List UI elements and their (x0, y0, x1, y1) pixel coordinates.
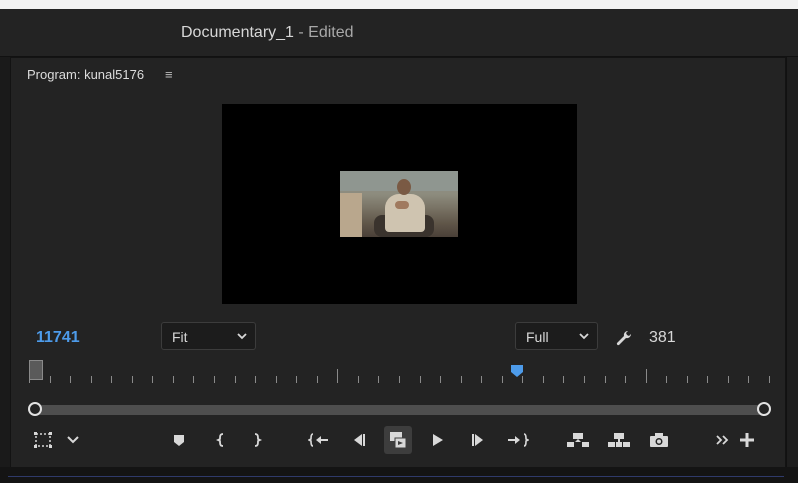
chevron-down-icon (579, 333, 589, 340)
extract-icon (608, 433, 630, 447)
camera-icon (650, 433, 668, 447)
ruler-tick (296, 376, 297, 383)
ruler-tick (461, 376, 462, 383)
ruler-tick (152, 376, 153, 383)
safe-margins-icon (34, 432, 52, 448)
ruler-tick (481, 376, 482, 383)
ruler-tick (543, 376, 544, 383)
ruler-tick (707, 376, 708, 383)
chevron-down-icon (237, 333, 247, 340)
double-chevron-right-icon (716, 435, 729, 445)
zoom-level-value: Fit (172, 329, 188, 345)
ruler-tick (358, 376, 359, 383)
title-bar: Documentary_1 - Edited (0, 9, 798, 57)
frame-railing (340, 193, 362, 237)
go-to-out-button[interactable] (504, 426, 532, 454)
wrench-settings-icon[interactable] (614, 329, 634, 349)
export-frame-button[interactable] (645, 426, 673, 454)
lift-button[interactable] (564, 426, 592, 454)
ruler-tick (173, 376, 174, 383)
frame-person-hand (395, 201, 409, 209)
lift-icon (567, 433, 589, 447)
window-top-edge (0, 0, 798, 9)
ruler-tick (214, 376, 215, 383)
ruler-tick (337, 369, 338, 383)
playback-resolution-select[interactable]: Full (515, 322, 598, 350)
video-frame (340, 171, 458, 237)
panel-focus-line (8, 476, 784, 477)
ruler-tick (255, 376, 256, 383)
ruler-tick (235, 376, 236, 383)
mark-out-icon (254, 433, 263, 447)
zoom-scrollbar-left-handle[interactable] (28, 402, 42, 416)
ruler-tick (276, 376, 277, 383)
frame-person-body (385, 194, 425, 232)
bottom-panel-edge (0, 467, 798, 483)
frame-count: 381 (649, 329, 676, 346)
ruler-tick (317, 376, 318, 383)
ruler-tick (111, 376, 112, 383)
playhead-marker[interactable] (510, 364, 524, 378)
mark-in-button[interactable] (207, 426, 235, 454)
step-back-button[interactable] (345, 426, 373, 454)
go-to-in-icon (308, 433, 328, 447)
chevron-down-icon (67, 436, 79, 444)
zoom-scrollbar-right-handle[interactable] (757, 402, 771, 416)
mark-out-button[interactable] (243, 426, 271, 454)
ruler-tick (728, 376, 729, 383)
mark-in-icon (215, 433, 224, 447)
panel-title[interactable]: Program: kunal5176 (27, 67, 144, 82)
playback-resolution-value: Full (526, 329, 549, 345)
ruler-tick (132, 376, 133, 383)
ruler-tick (646, 369, 647, 383)
hamburger-menu-icon[interactable]: ≡ (165, 67, 173, 82)
ruler-tick (91, 376, 92, 383)
ruler-tick (378, 376, 379, 383)
safe-margins-button[interactable] (29, 426, 57, 454)
zoom-scrollbar[interactable] (35, 405, 765, 415)
ruler-tick (563, 376, 564, 383)
video-canvas (222, 104, 577, 304)
right-panel-gutter (786, 57, 798, 483)
frame-person-head (397, 179, 411, 195)
go-to-out-icon (508, 433, 529, 447)
extract-button[interactable] (605, 426, 633, 454)
ruler-tick (666, 376, 667, 383)
play-icon (433, 434, 443, 446)
add-marker-icon (174, 435, 184, 446)
step-forward-icon (472, 434, 483, 446)
step-back-icon (354, 434, 365, 446)
ruler-tick (625, 376, 626, 383)
zoom-level-select[interactable]: Fit (161, 322, 256, 350)
playhead-timecode[interactable]: 11741 (36, 329, 80, 347)
button-editor-button[interactable] (733, 426, 761, 454)
ruler-tick (769, 376, 770, 383)
plus-icon (740, 433, 754, 447)
edited-suffix: - Edited (298, 24, 354, 41)
ruler-tick (70, 376, 71, 383)
ruler-tick (748, 376, 749, 383)
program-monitor-panel: Program: kunal5176 ≡ 11741 Fit Full 381 (10, 57, 786, 469)
ruler-tick (605, 376, 606, 383)
ruler-tick (399, 376, 400, 383)
play-button[interactable] (424, 426, 452, 454)
play-in-to-out-icon (390, 432, 407, 449)
play-in-to-out-button[interactable] (384, 426, 412, 454)
ruler-tick (584, 376, 585, 383)
ruler-tick (440, 376, 441, 383)
ruler-tick (502, 376, 503, 383)
ruler-tick (420, 376, 421, 383)
settings-dropdown-button[interactable] (59, 426, 87, 454)
project-name: Documentary_1 (181, 24, 294, 41)
ruler-tick (193, 376, 194, 383)
ruler-tick (50, 376, 51, 383)
in-point-handle[interactable] (29, 360, 43, 380)
go-to-in-button[interactable] (305, 426, 333, 454)
step-forward-button[interactable] (464, 426, 492, 454)
time-ruler[interactable] (29, 363, 770, 385)
ruler-tick (687, 376, 688, 383)
window-title: Documentary_1 - Edited (181, 24, 354, 42)
add-marker-button[interactable] (165, 426, 193, 454)
